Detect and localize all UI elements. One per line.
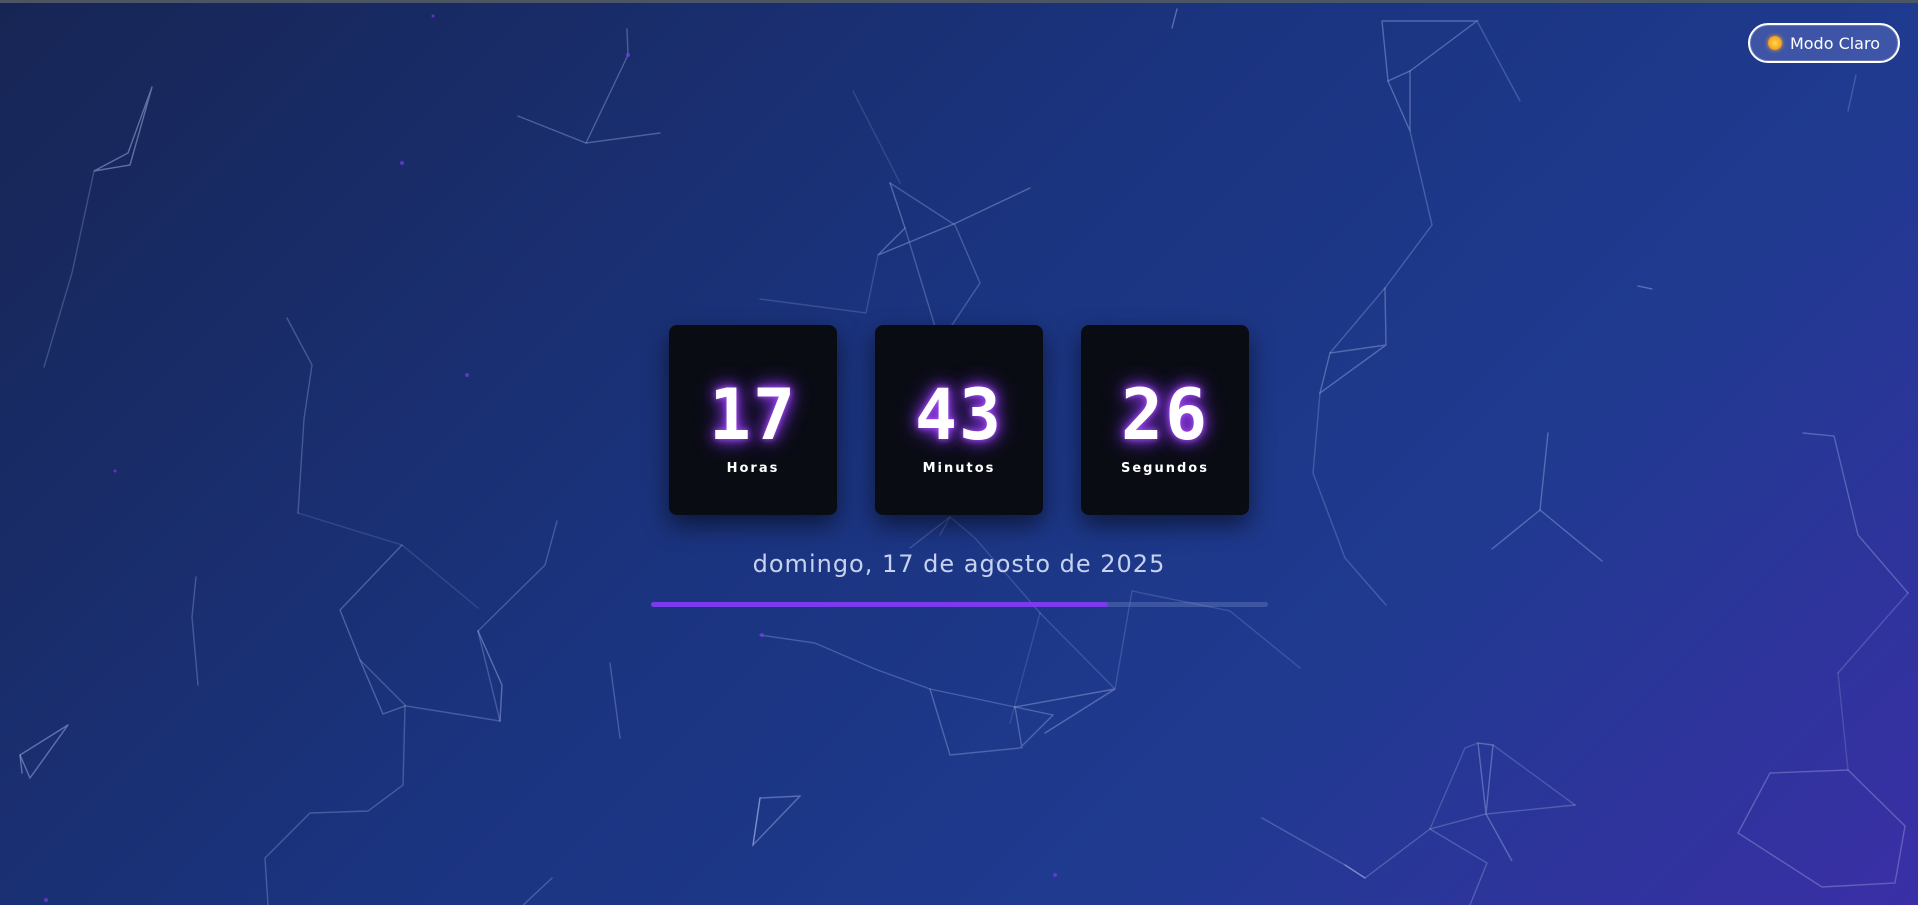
minutes-label: Minutos (922, 460, 996, 476)
minutes-card: 43 Minutos (875, 325, 1043, 515)
digital-clock: 17 Horas 43 Minutos 26 Segundos (669, 325, 1249, 515)
hours-card: 17 Horas (669, 325, 837, 515)
theme-toggle-label: Modo Claro (1789, 33, 1880, 53)
seconds-value: 26 (1120, 373, 1210, 456)
seconds-label: Segundos (1121, 460, 1209, 476)
day-progress-bar (651, 602, 1268, 607)
minutes-value: 43 (914, 373, 1004, 456)
current-date: domingo, 17 de agosto de 2025 (752, 550, 1166, 578)
day-progress-fill (651, 602, 1108, 607)
sun-icon (1767, 36, 1782, 50)
hours-value: 17 (708, 373, 798, 456)
seconds-card: 26 Segundos (1081, 325, 1249, 515)
theme-toggle-button[interactable]: Modo Claro (1747, 23, 1900, 63)
hours-label: Horas (726, 460, 780, 476)
